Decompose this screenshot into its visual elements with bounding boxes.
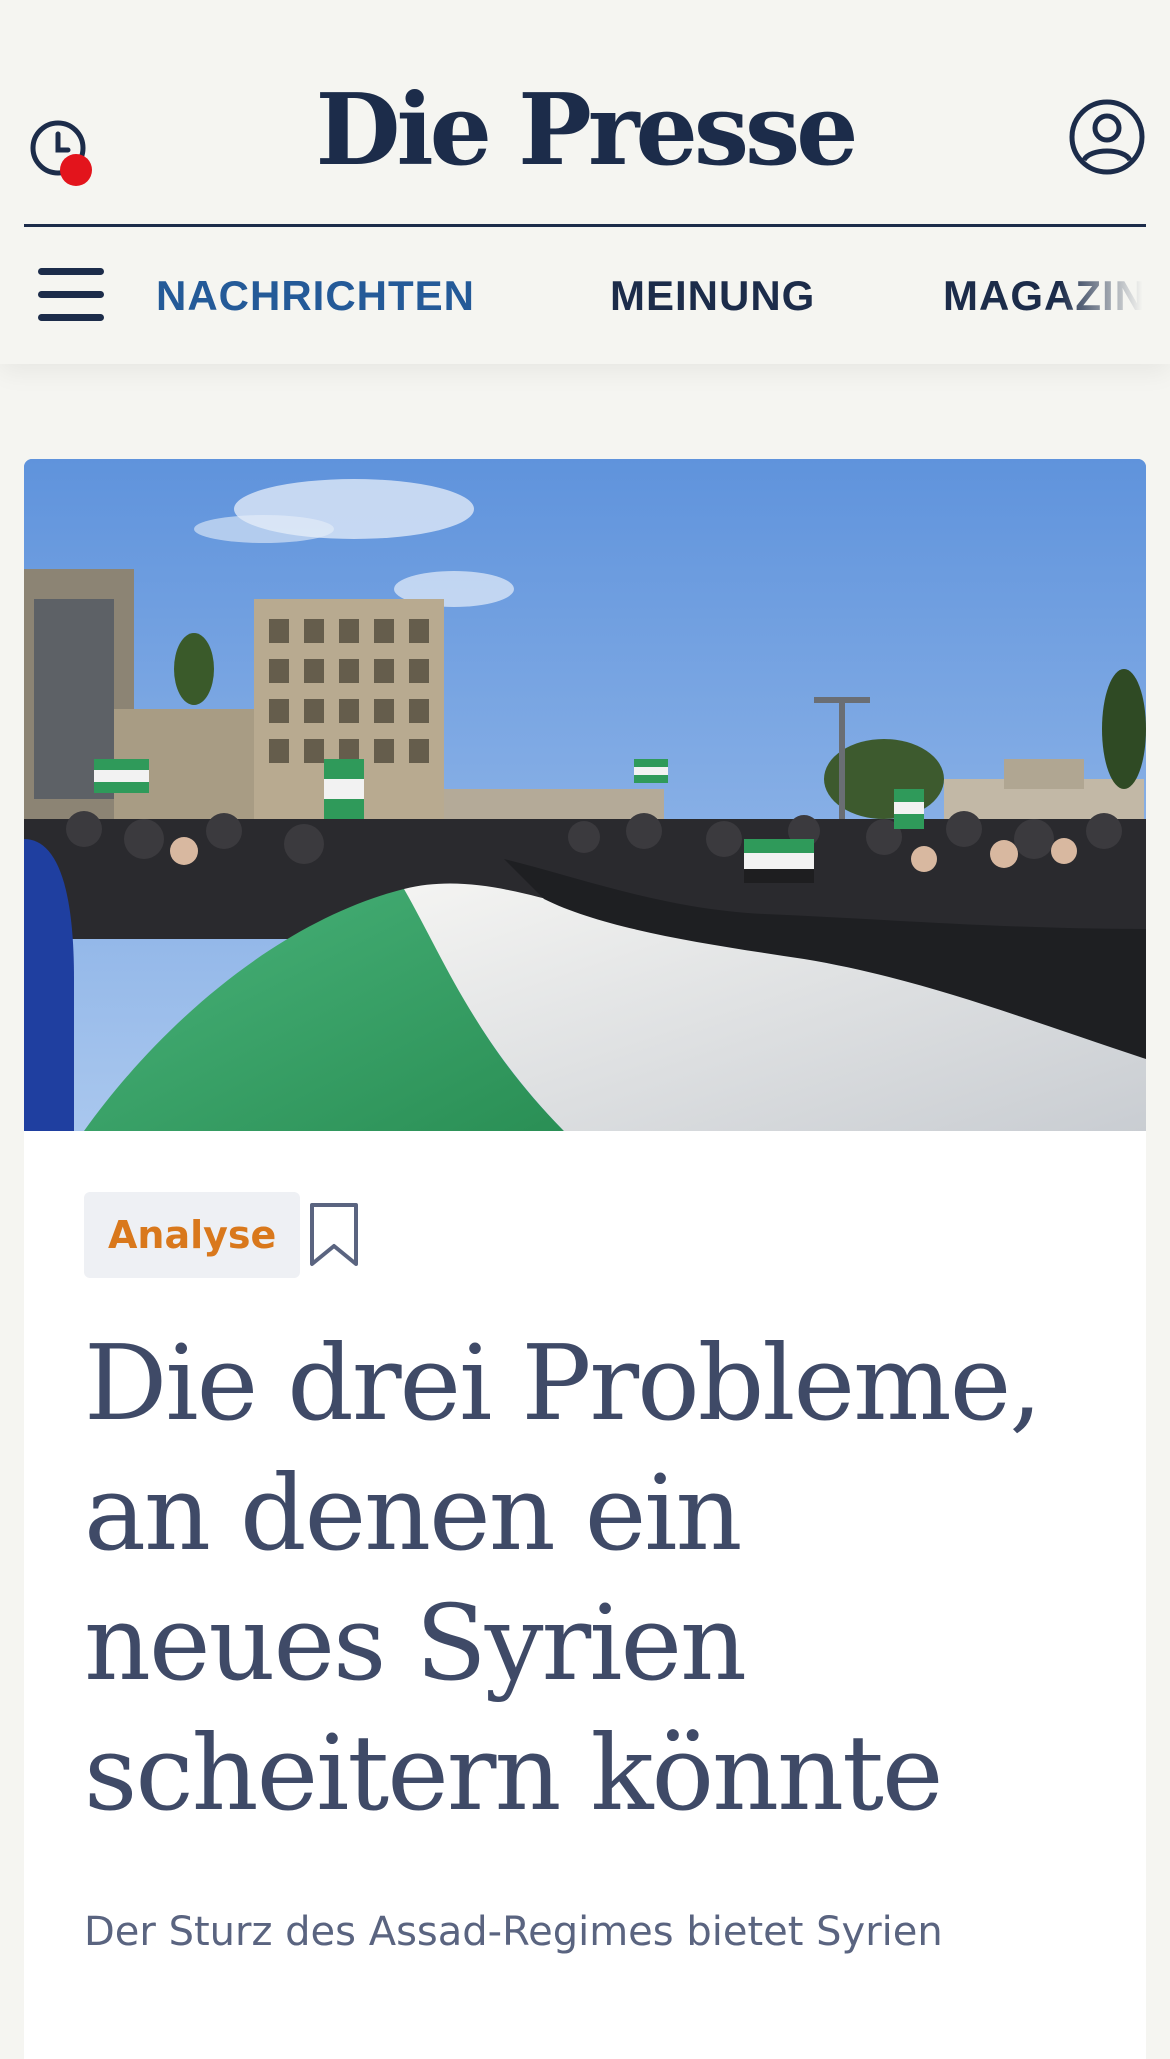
headline-line: scheitern könnte: [84, 1712, 943, 1834]
nav-scroll-fade: [1060, 228, 1170, 364]
header-divider: [24, 224, 1146, 227]
site-logo[interactable]: Die Presse: [0, 82, 1170, 180]
main-navigation: NACHRICHTEN MEINUNG MAGAZIN: [0, 228, 1170, 364]
header-top-row: Die Presse: [0, 60, 1170, 220]
user-icon: [1069, 99, 1145, 175]
bookmark-icon: [310, 1203, 358, 1266]
account-button[interactable]: [1068, 98, 1146, 176]
article-hero-image[interactable]: [24, 459, 1146, 1131]
hero-photo: [24, 459, 1146, 1131]
article-lead: Der Sturz des Assad-Regimes bietet Syrie…: [84, 1909, 943, 1955]
menu-button[interactable]: [38, 268, 106, 324]
site-header: Die Presse NACHRICHTEN MEINUNG MAGAZIN: [0, 0, 1170, 364]
headline-line: neues Syrien: [84, 1582, 747, 1704]
category-tag[interactable]: Analyse: [84, 1192, 301, 1278]
headline-line: Die drei Probleme,: [84, 1322, 1042, 1444]
article-headline[interactable]: Die drei Probleme, an denen ein neues Sy…: [84, 1318, 1084, 1838]
bookmark-button[interactable]: [308, 1202, 360, 1268]
nav-item-nachrichten[interactable]: NACHRICHTEN: [156, 272, 475, 320]
headline-line: an denen ein: [84, 1452, 743, 1574]
nav-item-meinung[interactable]: MEINUNG: [610, 272, 815, 320]
hamburger-icon: [38, 268, 104, 275]
